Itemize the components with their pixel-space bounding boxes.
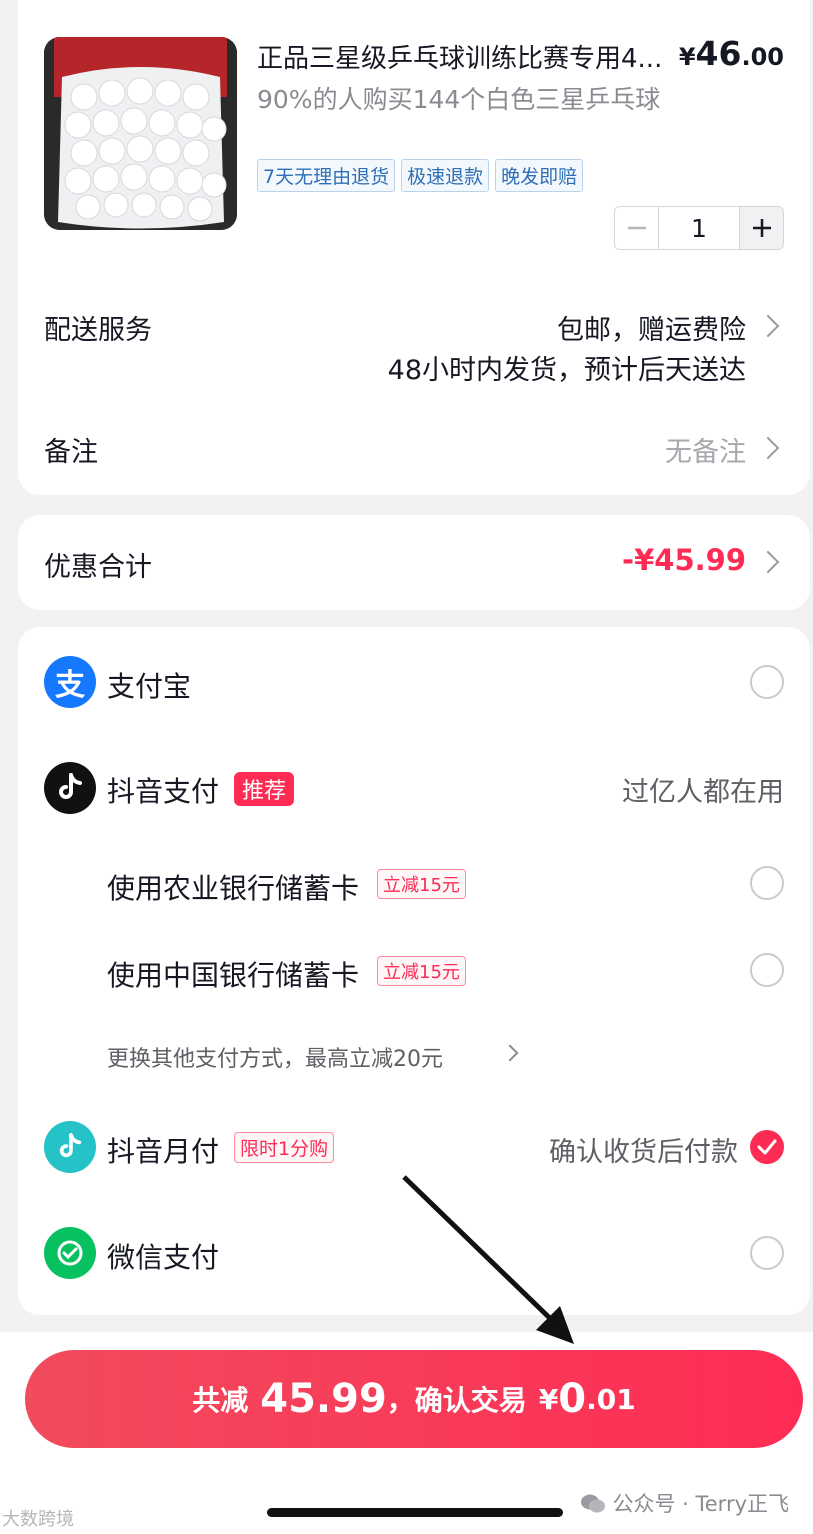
quantity-value[interactable]: 1	[659, 214, 739, 243]
plus-icon	[752, 219, 771, 237]
discount-card[interactable]: 优惠合计 -¥45.99	[18, 515, 810, 610]
watermark-right-text: 公众号 · Terry正飞	[612, 1492, 789, 1516]
price-int: 46	[695, 34, 742, 73]
discount-label: 优惠合计	[44, 552, 152, 583]
quantity-stepper: 1	[614, 206, 784, 250]
monthly-pay-badge: 限时1分购	[234, 1132, 335, 1163]
product-title[interactable]: 正品三星级乒乓球训练比赛专用4...	[257, 38, 689, 75]
confirm-prefix: 共减	[192, 1384, 249, 1417]
decrease-button[interactable]	[615, 207, 659, 249]
monthly-pay-radio[interactable]	[750, 1130, 784, 1164]
abc-card-label[interactable]: 使用农业银行储蓄卡	[107, 867, 359, 907]
monthly-pay-note: 确认收货后付款	[549, 1137, 738, 1168]
increase-button[interactable]	[739, 207, 783, 249]
confirm-middle: ，确认交易	[386, 1384, 527, 1417]
confirm-saved: 45.99	[260, 1376, 387, 1422]
product-subtitle: 90%的人购买144个白色三星乒乓球	[257, 85, 661, 114]
boc-card-label[interactable]: 使用中国银行储蓄卡	[107, 954, 359, 994]
delivery-label: 配送服务	[44, 315, 152, 346]
more-chevron-icon[interactable]	[501, 1044, 519, 1062]
home-indicator[interactable]	[267, 1508, 563, 1517]
tag-return: 7天无理由退货	[257, 159, 396, 192]
wechat-pay-icon	[44, 1227, 96, 1279]
service-tags: 7天无理由退货 极速退款 晚发即赔	[257, 159, 584, 192]
minus-icon	[627, 226, 646, 230]
product-image[interactable]	[44, 37, 237, 230]
discount-value: -¥45.99	[622, 543, 746, 577]
remark-value[interactable]: 无备注	[665, 430, 746, 469]
alipay-icon: 支	[44, 656, 96, 708]
check-icon	[757, 1139, 777, 1155]
order-card: 正品三星级乒乓球训练比赛专用4... ¥46.00 90%的人购买144个白色三…	[18, 0, 810, 495]
boc-card-badge: 立减15元	[377, 956, 466, 986]
discount-chevron-icon[interactable]	[756, 550, 780, 574]
boc-card-radio[interactable]	[750, 953, 784, 987]
tag-refund: 极速退款	[401, 159, 490, 192]
douyin-pay-label[interactable]: 抖音支付	[107, 770, 219, 810]
more-methods-link[interactable]: 更换其他支付方式，最高立减20元	[107, 1041, 443, 1073]
monthly-pay-icon	[44, 1121, 96, 1173]
delivery-chevron-icon[interactable]	[756, 314, 780, 338]
payment-card: 支 支付宝 抖音支付 推荐 过亿人都在用 使用农业银行储蓄卡 立减15元 使用中…	[18, 627, 810, 1315]
confirm-amount-int: 0	[558, 1376, 587, 1422]
abc-card-radio[interactable]	[750, 866, 784, 900]
price-dec: .00	[741, 43, 784, 71]
product-price: ¥46.00	[679, 34, 784, 73]
douyin-icon	[44, 762, 96, 814]
watermark-right: 公众号 · Terry正飞	[580, 1488, 789, 1518]
douyin-pay-note: 过亿人都在用	[622, 777, 784, 808]
confirm-amount-dec: .01	[586, 1382, 636, 1416]
tag-compensation: 晚发即赔	[495, 159, 584, 192]
delivery-line2: 48小时内发货，预计后天送达	[387, 355, 746, 386]
confirm-button[interactable]: 共减 45.99 ，确认交易 ¥ 0 .01	[25, 1350, 803, 1448]
remark-chevron-icon[interactable]	[756, 436, 780, 460]
wechat-pay-radio[interactable]	[750, 1236, 784, 1270]
confirm-currency: ¥	[538, 1382, 559, 1416]
alipay-label[interactable]: 支付宝	[107, 665, 191, 705]
alipay-radio[interactable]	[750, 665, 784, 699]
price-symbol: ¥	[678, 43, 696, 71]
watermark-left: 大数跨境	[2, 1509, 74, 1530]
remark-label: 备注	[44, 437, 98, 468]
delivery-line1[interactable]: 包邮，赠运费险	[557, 308, 746, 347]
monthly-pay-label[interactable]: 抖音月付	[107, 1130, 219, 1170]
wechat-official-icon	[581, 1494, 606, 1513]
recommend-badge: 推荐	[234, 772, 295, 806]
wechat-pay-label[interactable]: 微信支付	[107, 1236, 219, 1276]
abc-card-badge: 立减15元	[377, 869, 466, 899]
